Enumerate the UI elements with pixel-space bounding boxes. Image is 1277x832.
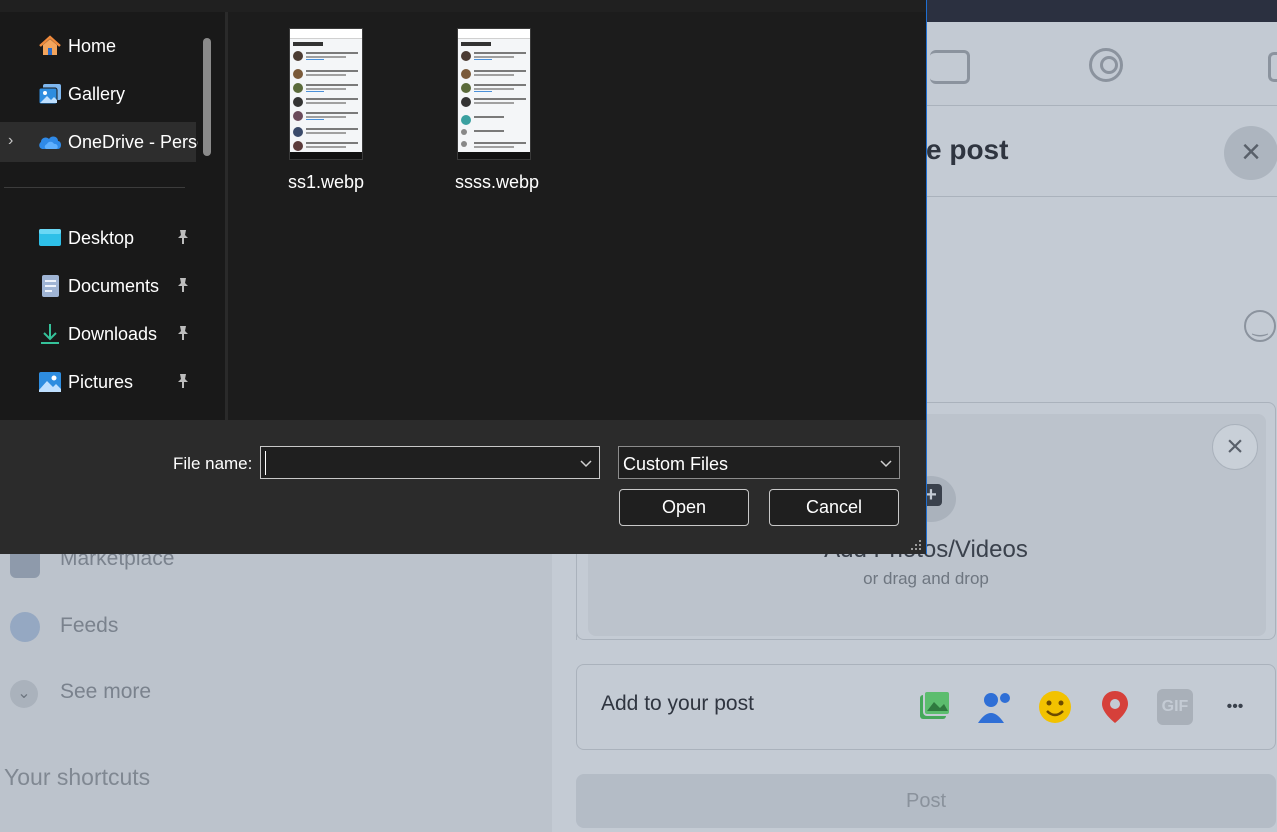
file-item-ss1[interactable]: ss1.webp (266, 0, 386, 200)
pin-icon[interactable] (174, 372, 192, 390)
nav-item-onedrive[interactable]: › OneDrive - Personal (0, 122, 198, 162)
dialog-bottom-bar (0, 420, 926, 554)
add-to-post-label: Add to your post (601, 692, 754, 715)
modal-title: e post (926, 134, 1009, 165)
chevron-down-icon: ⌄ (10, 680, 38, 708)
nav-item-home[interactable]: Home (0, 26, 196, 66)
groups-nav-icon (930, 50, 970, 84)
resize-grip-icon[interactable] (910, 539, 922, 551)
nav-item-label: Documents (68, 276, 160, 296)
onedrive-cloud-icon (39, 136, 61, 149)
nav-divider (4, 187, 185, 188)
nav-item-label: Desktop (68, 228, 135, 248)
tag-people-icon (978, 693, 1010, 723)
add-photos-subtitle: or drag and drop (863, 569, 989, 588)
nav-item-pictures[interactable]: Pictures (0, 362, 196, 402)
photo-video-icon (920, 690, 951, 719)
open-button[interactable]: Open (619, 489, 749, 526)
nav-item-label: Gallery (68, 84, 126, 104)
location-pin-icon (1102, 691, 1128, 723)
file-thumbnail (289, 28, 363, 160)
pictures-folder-icon (39, 372, 61, 392)
nav-item-downloads[interactable]: Downloads (0, 314, 196, 354)
nav-item-desktop[interactable]: Desktop (0, 218, 196, 258)
pin-icon[interactable] (174, 228, 192, 246)
profile-nav-icon (1089, 48, 1123, 82)
modal-close-icon: × (1224, 126, 1277, 180)
post-button: Post (576, 774, 1276, 828)
cancel-button[interactable]: Cancel (769, 489, 899, 526)
file-item-ssss[interactable]: ssss.webp (437, 0, 557, 200)
pin-icon[interactable] (174, 276, 192, 294)
nav-item-documents[interactable]: Documents (0, 266, 196, 306)
home-icon (39, 35, 61, 55)
file-type-select[interactable]: Custom Files (618, 446, 900, 479)
shortcuts-heading: Your shortcuts (4, 764, 151, 790)
file-name-label: ssss.webp (454, 172, 540, 192)
feeling-emoji-icon (1039, 691, 1071, 723)
nav-item-gallery[interactable]: Gallery (0, 74, 196, 114)
chevron-down-icon[interactable] (879, 456, 893, 470)
documents-folder-icon (42, 275, 59, 297)
file-name-input[interactable] (265, 451, 565, 475)
more-options-icon: ••• (1226, 698, 1244, 715)
desktop-folder-icon (39, 229, 61, 246)
file-name-label: ss1.webp (287, 172, 365, 192)
nav-item-label: Pictures (68, 372, 134, 392)
nav-item-label: OneDrive - Personal (68, 132, 198, 152)
nav-edge-icon (1268, 52, 1277, 82)
file-thumbnail (457, 28, 531, 160)
sidebar-item-feeds: Feeds (60, 614, 119, 637)
sidebar-item-see-more: See more (60, 680, 152, 703)
pin-icon[interactable] (174, 324, 192, 342)
file-type-value: Custom Files (623, 454, 729, 474)
navigation-list: Home Gallery › OneDrive - Personal (0, 0, 198, 420)
nav-scrollbar[interactable] (203, 38, 211, 156)
background-top-strip (926, 0, 1277, 22)
file-name-combobox[interactable] (260, 446, 600, 479)
modal-left-edge (576, 600, 577, 640)
nav-item-label: Home (68, 36, 117, 56)
pane-separator[interactable] (225, 12, 228, 420)
photo-box-close-icon: × (1212, 424, 1258, 470)
feeds-icon (10, 612, 40, 642)
nav-item-label: Downloads (68, 324, 158, 344)
file-open-dialog: Home Gallery › OneDrive - Personal (0, 0, 927, 554)
modal-divider (926, 196, 1277, 197)
file-name-field-label: File name: (173, 454, 253, 473)
expand-chevron-icon[interactable]: › (8, 132, 13, 150)
emoji-icon: ‿ (1244, 310, 1276, 342)
gif-icon: GIF (1157, 689, 1193, 725)
downloads-folder-icon (41, 324, 59, 344)
gallery-icon (38, 84, 61, 105)
chevron-down-icon[interactable] (579, 456, 593, 470)
